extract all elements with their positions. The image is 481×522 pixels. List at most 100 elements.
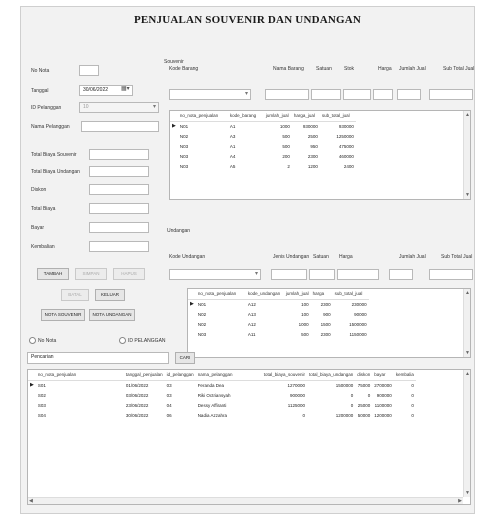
no-nota-input[interactable] (79, 65, 99, 76)
scroll-down-icon[interactable]: ▼ (465, 490, 470, 496)
table-row[interactable]: ▶ S01 01/06/2022 03 Feranda Dea 1270000 … (28, 380, 416, 390)
table-cell: N02 (197, 321, 207, 327)
column-header[interactable]: no_nota_penjualan (35, 370, 124, 381)
table-row[interactable]: N02 A13 100 900 90000 (188, 309, 369, 319)
scroll-up-icon[interactable]: ▲ (465, 112, 470, 118)
table-row[interactable]: S02 03/06/2022 03 Riki Octriansyah 90000… (28, 390, 416, 400)
radio-no-nota[interactable] (29, 337, 36, 344)
column-header[interactable]: harga (310, 289, 333, 300)
column-header[interactable]: tanggal_penjualan (123, 370, 165, 381)
nota-souvenir-button[interactable]: NOTA SOUVENIR (41, 309, 85, 321)
jenis-undangan-input[interactable] (271, 269, 307, 280)
column-header[interactable]: harga_jual (291, 111, 320, 122)
table-cell: 900000 (376, 392, 392, 398)
scroll-left-icon[interactable]: ◀ (29, 498, 33, 504)
simpan-button[interactable]: SIMPAN (75, 268, 107, 280)
harga-input[interactable] (373, 89, 393, 100)
table-cell: 0 (350, 402, 354, 408)
tambah-button[interactable]: TAMBAH (37, 268, 69, 280)
nama-pelanggan-input[interactable] (81, 121, 159, 132)
penjualan-horizontal-scrollbar[interactable]: ◀ ▶ (28, 497, 463, 504)
cari-button[interactable]: CARI (175, 352, 195, 364)
undangan-jumlah-input[interactable] (389, 269, 413, 280)
column-header[interactable]: id_pelanggan (164, 370, 196, 381)
keluar-button[interactable]: KELUAR (95, 289, 125, 301)
table-cell: 2400 (343, 163, 354, 169)
table-cell: 900 (323, 311, 331, 317)
id-pelanggan-select[interactable]: 10 (79, 102, 159, 113)
table-cell: Dessy Affiranti (197, 402, 227, 408)
diskon-input[interactable] (89, 184, 149, 195)
penjualan-grid[interactable]: no_nota_penjualan tanggal_penjualan id_p… (27, 369, 471, 505)
column-header[interactable]: no_nota_penjualan (177, 111, 228, 122)
penjualan-table: no_nota_penjualan tanggal_penjualan id_p… (28, 370, 416, 420)
table-cell: 200 (282, 153, 290, 159)
batal-button[interactable]: BATAL (61, 289, 89, 301)
undangan-satuan-input[interactable] (309, 269, 335, 280)
table-row[interactable]: ▶ N01 A12 100 2300 230000 (188, 299, 369, 309)
table-cell: A4 (229, 153, 236, 159)
column-header[interactable]: bayar (372, 370, 394, 381)
column-header[interactable]: jumlah_jual (283, 289, 311, 300)
column-header[interactable]: nama_pelanggan (195, 370, 262, 381)
souvenir-vertical-scrollbar[interactable]: ▲ ▼ (463, 111, 470, 199)
undangan-satuan-label: Satuan (313, 254, 329, 260)
scroll-up-icon[interactable]: ▲ (465, 371, 470, 377)
table-cell: A1 (229, 143, 236, 149)
total-biaya-input[interactable] (89, 203, 149, 214)
souvenir-grid[interactable]: no_nota_penjualan kode_barang jumlah_jua… (169, 110, 471, 200)
undangan-grid[interactable]: no_nota_penjualan kode_undangan jumlah_j… (187, 288, 471, 358)
bayar-input[interactable] (89, 222, 149, 233)
table-cell: 1100000 (374, 402, 392, 408)
scroll-down-icon[interactable]: ▼ (465, 350, 470, 356)
column-header[interactable]: sub_total_jual (319, 111, 356, 122)
table-cell: 1125000 (287, 402, 305, 408)
total-undangan-input[interactable] (89, 166, 149, 177)
jumlah-jual-input[interactable] (397, 89, 421, 100)
table-row[interactable]: N03 A11 500 2300 1150000 (188, 329, 369, 339)
column-header[interactable]: kode_barang (227, 111, 264, 122)
table-row[interactable]: S04 30/06/2022 06 Nadia Azzahra 0 120000… (28, 410, 416, 420)
table-row[interactable]: N03 A4 200 2300 460000 (170, 151, 356, 161)
column-header[interactable]: diskon (355, 370, 373, 381)
scroll-up-icon[interactable]: ▲ (465, 290, 470, 296)
table-cell: 2300 (307, 153, 318, 159)
column-header[interactable]: jumlah_jual (263, 111, 292, 122)
table-cell: A12 (247, 301, 256, 307)
undangan-subtotal-input[interactable] (429, 269, 473, 280)
nama-barang-input[interactable] (265, 89, 309, 100)
stok-input[interactable] (343, 89, 371, 100)
table-row[interactable]: N02 A3 500 2500 1250000 (170, 131, 356, 141)
column-header[interactable]: sub_total_jual (332, 289, 369, 300)
satuan-input[interactable] (311, 89, 341, 100)
table-row[interactable]: S03 23/06/2022 04 Dessy Affiranti 112500… (28, 400, 416, 410)
table-row[interactable]: N02 A12 1000 1500 1500000 (188, 319, 369, 329)
kode-undangan-select[interactable] (169, 269, 261, 280)
hapus-button[interactable]: HAPUS (113, 268, 145, 280)
column-header[interactable]: kembalia (393, 370, 416, 381)
penjualan-vertical-scrollbar[interactable]: ▲ ▼ (463, 370, 470, 497)
column-header[interactable]: total_biaya_undangan (306, 370, 356, 381)
kode-barang-select[interactable] (169, 89, 251, 100)
scroll-down-icon[interactable]: ▼ (465, 192, 470, 198)
table-cell: 0 (367, 392, 371, 398)
table-row[interactable]: N03 A1 500 950 475000 (170, 141, 356, 151)
column-header[interactable]: total_biaya_souvenir (261, 370, 307, 381)
column-header[interactable]: kode_undangan (245, 289, 284, 300)
calendar-icon[interactable]: ▦▾ (121, 85, 130, 92)
scroll-right-icon[interactable]: ▶ (458, 498, 462, 504)
undangan-harga-input[interactable] (337, 269, 379, 280)
search-input[interactable]: Pencarian (27, 352, 169, 364)
sub-total-jual-input[interactable] (429, 89, 473, 100)
undangan-vertical-scrollbar[interactable]: ▲ ▼ (463, 289, 470, 357)
nota-undangan-button[interactable]: NOTA UNDANGAN (89, 309, 135, 321)
table-cell: 500 (282, 133, 290, 139)
table-row[interactable]: ▶ N01 A1 1000 930000 930000 (170, 121, 356, 131)
radio-id-pelanggan[interactable] (119, 337, 126, 344)
table-cell: 2500 (307, 133, 318, 139)
table-row[interactable]: N03 A5 2 1200 2400 (170, 161, 356, 171)
column-header[interactable]: no_nota_penjualan (195, 289, 246, 300)
kembalian-input[interactable] (89, 241, 149, 252)
table-cell: 1250000 (336, 133, 354, 139)
total-souvenir-input[interactable] (89, 149, 149, 160)
